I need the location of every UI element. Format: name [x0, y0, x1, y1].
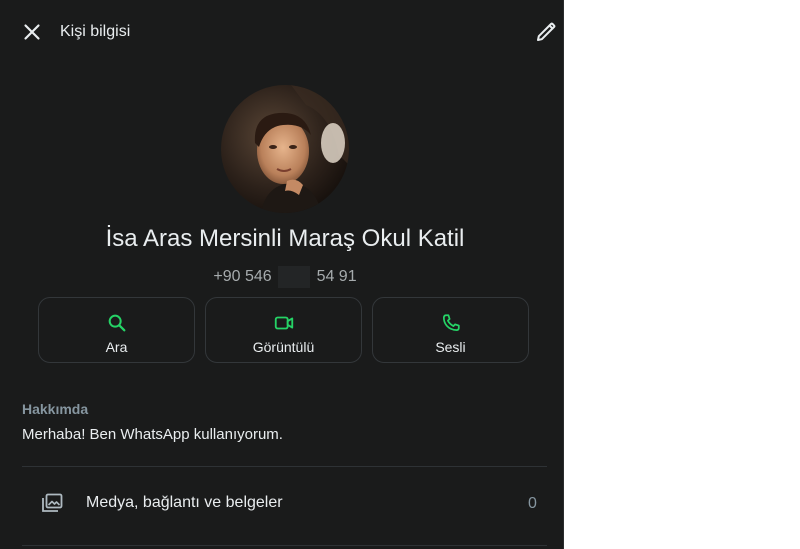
- phone-redaction: [278, 266, 311, 288]
- phone-prefix: +90 546: [213, 268, 272, 285]
- contact-info-panel: Kişi bilgisi İsa Aras Mersinli Maraş Oku…: [0, 0, 564, 549]
- search-icon: [108, 314, 125, 332]
- phone-suffix: 54 91: [316, 268, 357, 285]
- video-call-icon: [274, 316, 293, 330]
- video-call-button[interactable]: Görüntülü: [205, 297, 362, 363]
- divider: [22, 466, 547, 467]
- media-count: 0: [528, 495, 537, 512]
- search-button[interactable]: Ara: [38, 297, 195, 363]
- media-gallery-icon: [42, 493, 63, 512]
- contact-name: İsa Aras Mersinli Maraş Okul Katil: [105, 225, 465, 252]
- about-heading: Hakkımda: [22, 401, 89, 417]
- about-text: Merhaba! Ben WhatsApp kullanıyorum.: [22, 426, 283, 443]
- contact-phone: +90 546 54 91: [0, 266, 563, 288]
- voice-call-button[interactable]: Sesli: [372, 297, 529, 363]
- phone-icon: [442, 314, 460, 332]
- pencil-icon: [537, 22, 556, 41]
- media-label: Medya, bağlantı ve belgeler: [86, 494, 283, 511]
- edit-button[interactable]: [534, 20, 558, 44]
- media-links-docs-row[interactable]: Medya, bağlantı ve belgeler 0: [0, 470, 563, 540]
- voice-call-button-label: Sesli: [435, 339, 466, 355]
- header-title: Kişi bilgisi: [60, 23, 131, 40]
- divider: [22, 545, 547, 546]
- close-icon: [24, 24, 40, 40]
- contact-info-header: Kişi bilgisi: [0, 0, 563, 64]
- close-button[interactable]: [20, 20, 44, 44]
- video-call-button-label: Görüntülü: [252, 339, 315, 355]
- search-button-label: Ara: [105, 339, 128, 355]
- avatar-photo: [221, 85, 349, 213]
- contact-avatar[interactable]: [221, 85, 349, 213]
